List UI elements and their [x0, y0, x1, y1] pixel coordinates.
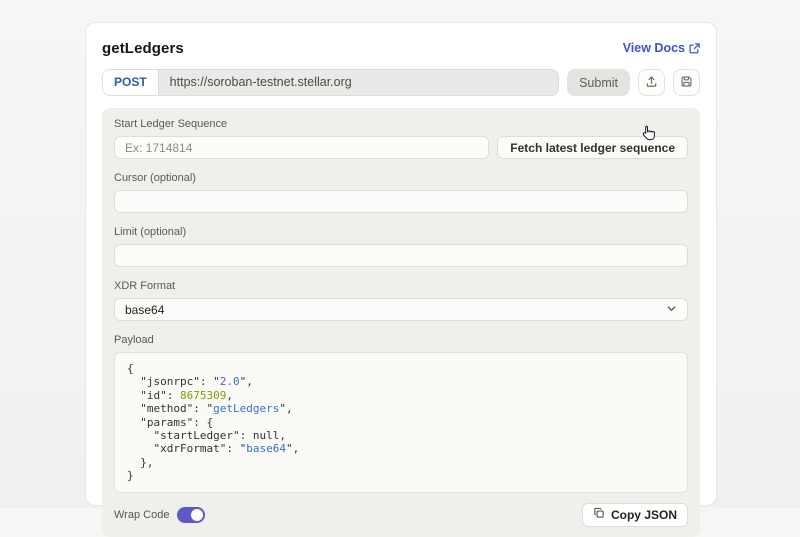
- cursor-input[interactable]: [114, 190, 688, 213]
- limit-input[interactable]: [114, 244, 688, 267]
- xdr-format-label: XDR Format: [114, 280, 688, 292]
- share-button[interactable]: [638, 69, 665, 96]
- endpoint-url: https://soroban-testnet.stellar.org: [159, 70, 558, 95]
- url-input-group: POST https://soroban-testnet.stellar.org: [102, 69, 559, 96]
- http-method-badge: POST: [103, 70, 159, 95]
- card-header: getLedgers View Docs: [102, 38, 700, 58]
- limit-label: Limit (optional): [114, 226, 688, 238]
- fetch-latest-ledger-button[interactable]: Fetch latest ledger sequence: [497, 136, 688, 159]
- view-docs-label: View Docs: [623, 41, 685, 55]
- view-docs-link[interactable]: View Docs: [623, 41, 700, 55]
- page-title: getLedgers: [102, 40, 184, 57]
- field-start-ledger: Start Ledger Sequence Fetch latest ledge…: [114, 118, 688, 159]
- field-payload: Payload { "jsonrpc": "2.0", "id": 867530…: [114, 334, 688, 493]
- request-bar: POST https://soroban-testnet.stellar.org…: [102, 69, 700, 96]
- cursor-label: Cursor (optional): [114, 172, 688, 184]
- endpoint-card: getLedgers View Docs POST https://soroba…: [85, 22, 717, 506]
- payload-code: { "jsonrpc": "2.0", "id": 8675309, "meth…: [114, 352, 688, 493]
- copy-json-label: Copy JSON: [611, 508, 677, 522]
- toggle-knob: [191, 509, 203, 521]
- wrap-code-label: Wrap Code: [114, 509, 169, 521]
- xdr-format-value: base64: [125, 303, 164, 317]
- save-icon: [680, 75, 693, 91]
- save-button[interactable]: [673, 69, 700, 96]
- field-xdr-format: XDR Format base64: [114, 280, 688, 321]
- field-cursor: Cursor (optional): [114, 172, 688, 213]
- wrap-code-toggle[interactable]: [177, 507, 205, 523]
- parameters-section: Start Ledger Sequence Fetch latest ledge…: [102, 108, 700, 537]
- xdr-format-select[interactable]: base64: [114, 298, 688, 321]
- payload-footer: Wrap Code Copy JSON: [114, 503, 688, 527]
- field-limit: Limit (optional): [114, 226, 688, 267]
- external-link-icon: [689, 43, 700, 54]
- chevron-down-icon: [666, 303, 677, 317]
- share-upload-icon: [645, 75, 658, 91]
- copy-json-button[interactable]: Copy JSON: [582, 503, 688, 527]
- copy-icon: [593, 507, 605, 522]
- start-ledger-label: Start Ledger Sequence: [114, 118, 688, 130]
- start-ledger-input[interactable]: [114, 136, 489, 159]
- payload-label: Payload: [114, 334, 688, 346]
- submit-button[interactable]: Submit: [567, 69, 630, 96]
